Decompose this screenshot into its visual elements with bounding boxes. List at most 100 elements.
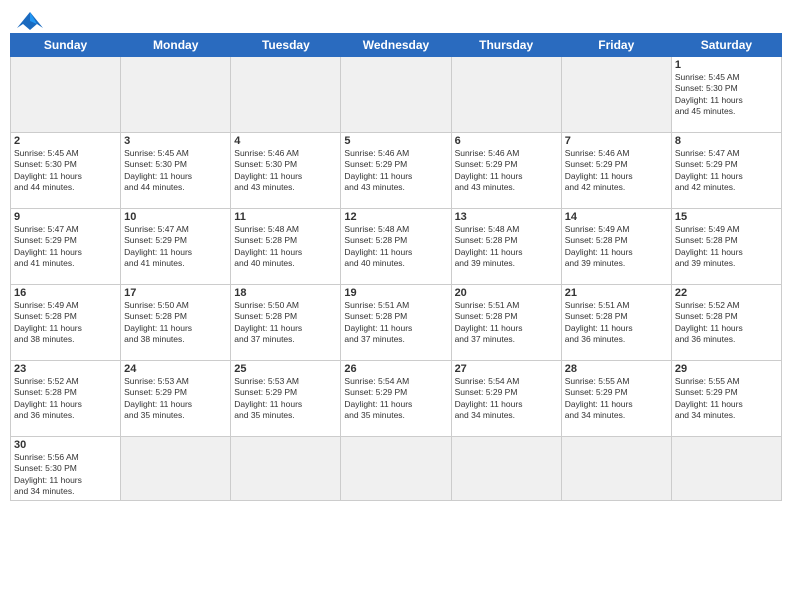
day-info: Sunrise: 5:53 AM Sunset: 5:29 PM Dayligh… bbox=[234, 376, 337, 422]
calendar-cell bbox=[451, 437, 561, 501]
calendar-cell: 7Sunrise: 5:46 AM Sunset: 5:29 PM Daylig… bbox=[561, 133, 671, 209]
day-info: Sunrise: 5:53 AM Sunset: 5:29 PM Dayligh… bbox=[124, 376, 227, 422]
day-number: 28 bbox=[565, 363, 668, 375]
calendar-cell: 9Sunrise: 5:47 AM Sunset: 5:29 PM Daylig… bbox=[11, 209, 121, 285]
day-number: 23 bbox=[14, 363, 117, 375]
day-info: Sunrise: 5:52 AM Sunset: 5:28 PM Dayligh… bbox=[14, 376, 117, 422]
day-info: Sunrise: 5:54 AM Sunset: 5:29 PM Dayligh… bbox=[344, 376, 447, 422]
calendar-cell: 19Sunrise: 5:51 AM Sunset: 5:28 PM Dayli… bbox=[341, 285, 451, 361]
calendar-week-0: 1Sunrise: 5:45 AM Sunset: 5:30 PM Daylig… bbox=[11, 57, 782, 133]
day-number: 11 bbox=[234, 211, 337, 223]
day-number: 2 bbox=[14, 135, 117, 147]
calendar-cell: 8Sunrise: 5:47 AM Sunset: 5:29 PM Daylig… bbox=[671, 133, 781, 209]
day-info: Sunrise: 5:48 AM Sunset: 5:28 PM Dayligh… bbox=[234, 224, 337, 270]
weekday-header-sunday: Sunday bbox=[11, 34, 121, 57]
calendar-cell: 20Sunrise: 5:51 AM Sunset: 5:28 PM Dayli… bbox=[451, 285, 561, 361]
day-number: 15 bbox=[675, 211, 778, 223]
day-info: Sunrise: 5:49 AM Sunset: 5:28 PM Dayligh… bbox=[14, 300, 117, 346]
calendar-cell bbox=[231, 437, 341, 501]
day-number: 9 bbox=[14, 211, 117, 223]
day-info: Sunrise: 5:48 AM Sunset: 5:28 PM Dayligh… bbox=[455, 224, 558, 270]
day-info: Sunrise: 5:55 AM Sunset: 5:29 PM Dayligh… bbox=[675, 376, 778, 422]
day-info: Sunrise: 5:45 AM Sunset: 5:30 PM Dayligh… bbox=[124, 148, 227, 194]
calendar-body: 1Sunrise: 5:45 AM Sunset: 5:30 PM Daylig… bbox=[11, 57, 782, 501]
calendar-cell: 12Sunrise: 5:48 AM Sunset: 5:28 PM Dayli… bbox=[341, 209, 451, 285]
calendar-cell: 17Sunrise: 5:50 AM Sunset: 5:28 PM Dayli… bbox=[121, 285, 231, 361]
calendar-cell: 13Sunrise: 5:48 AM Sunset: 5:28 PM Dayli… bbox=[451, 209, 561, 285]
calendar-table: SundayMondayTuesdayWednesdayThursdayFrid… bbox=[10, 33, 782, 501]
calendar-cell bbox=[231, 57, 341, 133]
day-number: 29 bbox=[675, 363, 778, 375]
calendar-cell: 1Sunrise: 5:45 AM Sunset: 5:30 PM Daylig… bbox=[671, 57, 781, 133]
day-info: Sunrise: 5:56 AM Sunset: 5:30 PM Dayligh… bbox=[14, 452, 117, 498]
day-number: 3 bbox=[124, 135, 227, 147]
day-number: 22 bbox=[675, 287, 778, 299]
day-info: Sunrise: 5:51 AM Sunset: 5:28 PM Dayligh… bbox=[565, 300, 668, 346]
calendar-cell: 22Sunrise: 5:52 AM Sunset: 5:28 PM Dayli… bbox=[671, 285, 781, 361]
day-number: 25 bbox=[234, 363, 337, 375]
weekday-header-saturday: Saturday bbox=[671, 34, 781, 57]
calendar-cell bbox=[121, 57, 231, 133]
calendar-cell bbox=[561, 437, 671, 501]
calendar-cell: 26Sunrise: 5:54 AM Sunset: 5:29 PM Dayli… bbox=[341, 361, 451, 437]
day-number: 16 bbox=[14, 287, 117, 299]
calendar-cell: 16Sunrise: 5:49 AM Sunset: 5:28 PM Dayli… bbox=[11, 285, 121, 361]
day-info: Sunrise: 5:45 AM Sunset: 5:30 PM Dayligh… bbox=[14, 148, 117, 194]
weekday-header-wednesday: Wednesday bbox=[341, 34, 451, 57]
calendar-cell: 28Sunrise: 5:55 AM Sunset: 5:29 PM Dayli… bbox=[561, 361, 671, 437]
day-number: 14 bbox=[565, 211, 668, 223]
calendar-page: SundayMondayTuesdayWednesdayThursdayFrid… bbox=[0, 0, 792, 612]
day-info: Sunrise: 5:50 AM Sunset: 5:28 PM Dayligh… bbox=[234, 300, 337, 346]
day-number: 4 bbox=[234, 135, 337, 147]
day-number: 21 bbox=[565, 287, 668, 299]
day-info: Sunrise: 5:45 AM Sunset: 5:30 PM Dayligh… bbox=[675, 72, 778, 118]
calendar-cell: 14Sunrise: 5:49 AM Sunset: 5:28 PM Dayli… bbox=[561, 209, 671, 285]
day-number: 7 bbox=[565, 135, 668, 147]
day-number: 6 bbox=[455, 135, 558, 147]
day-info: Sunrise: 5:47 AM Sunset: 5:29 PM Dayligh… bbox=[675, 148, 778, 194]
day-number: 13 bbox=[455, 211, 558, 223]
calendar-week-3: 16Sunrise: 5:49 AM Sunset: 5:28 PM Dayli… bbox=[11, 285, 782, 361]
day-info: Sunrise: 5:46 AM Sunset: 5:29 PM Dayligh… bbox=[344, 148, 447, 194]
calendar-cell: 24Sunrise: 5:53 AM Sunset: 5:29 PM Dayli… bbox=[121, 361, 231, 437]
calendar-cell: 27Sunrise: 5:54 AM Sunset: 5:29 PM Dayli… bbox=[451, 361, 561, 437]
calendar-cell bbox=[11, 57, 121, 133]
calendar-cell: 29Sunrise: 5:55 AM Sunset: 5:29 PM Dayli… bbox=[671, 361, 781, 437]
calendar-cell: 18Sunrise: 5:50 AM Sunset: 5:28 PM Dayli… bbox=[231, 285, 341, 361]
weekday-header-thursday: Thursday bbox=[451, 34, 561, 57]
day-number: 10 bbox=[124, 211, 227, 223]
calendar-week-1: 2Sunrise: 5:45 AM Sunset: 5:30 PM Daylig… bbox=[11, 133, 782, 209]
calendar-week-2: 9Sunrise: 5:47 AM Sunset: 5:29 PM Daylig… bbox=[11, 209, 782, 285]
day-number: 18 bbox=[234, 287, 337, 299]
calendar-cell: 4Sunrise: 5:46 AM Sunset: 5:30 PM Daylig… bbox=[231, 133, 341, 209]
day-number: 8 bbox=[675, 135, 778, 147]
calendar-cell: 5Sunrise: 5:46 AM Sunset: 5:29 PM Daylig… bbox=[341, 133, 451, 209]
day-number: 24 bbox=[124, 363, 227, 375]
day-info: Sunrise: 5:51 AM Sunset: 5:28 PM Dayligh… bbox=[344, 300, 447, 346]
calendar-week-4: 23Sunrise: 5:52 AM Sunset: 5:28 PM Dayli… bbox=[11, 361, 782, 437]
calendar-header: SundayMondayTuesdayWednesdayThursdayFrid… bbox=[11, 34, 782, 57]
day-info: Sunrise: 5:48 AM Sunset: 5:28 PM Dayligh… bbox=[344, 224, 447, 270]
calendar-cell: 23Sunrise: 5:52 AM Sunset: 5:28 PM Dayli… bbox=[11, 361, 121, 437]
header bbox=[0, 0, 792, 33]
day-info: Sunrise: 5:55 AM Sunset: 5:29 PM Dayligh… bbox=[565, 376, 668, 422]
calendar-cell: 21Sunrise: 5:51 AM Sunset: 5:28 PM Dayli… bbox=[561, 285, 671, 361]
day-number: 30 bbox=[14, 439, 117, 451]
day-number: 26 bbox=[344, 363, 447, 375]
calendar-cell bbox=[451, 57, 561, 133]
calendar-cell bbox=[341, 437, 451, 501]
day-info: Sunrise: 5:49 AM Sunset: 5:28 PM Dayligh… bbox=[565, 224, 668, 270]
day-number: 20 bbox=[455, 287, 558, 299]
day-number: 27 bbox=[455, 363, 558, 375]
day-info: Sunrise: 5:52 AM Sunset: 5:28 PM Dayligh… bbox=[675, 300, 778, 346]
day-info: Sunrise: 5:46 AM Sunset: 5:30 PM Dayligh… bbox=[234, 148, 337, 194]
weekday-header-monday: Monday bbox=[121, 34, 231, 57]
day-number: 5 bbox=[344, 135, 447, 147]
calendar-cell bbox=[121, 437, 231, 501]
calendar-cell: 30Sunrise: 5:56 AM Sunset: 5:30 PM Dayli… bbox=[11, 437, 121, 501]
calendar-cell: 15Sunrise: 5:49 AM Sunset: 5:28 PM Dayli… bbox=[671, 209, 781, 285]
day-info: Sunrise: 5:46 AM Sunset: 5:29 PM Dayligh… bbox=[565, 148, 668, 194]
day-number: 1 bbox=[675, 59, 778, 71]
calendar-cell: 11Sunrise: 5:48 AM Sunset: 5:28 PM Dayli… bbox=[231, 209, 341, 285]
day-info: Sunrise: 5:51 AM Sunset: 5:28 PM Dayligh… bbox=[455, 300, 558, 346]
